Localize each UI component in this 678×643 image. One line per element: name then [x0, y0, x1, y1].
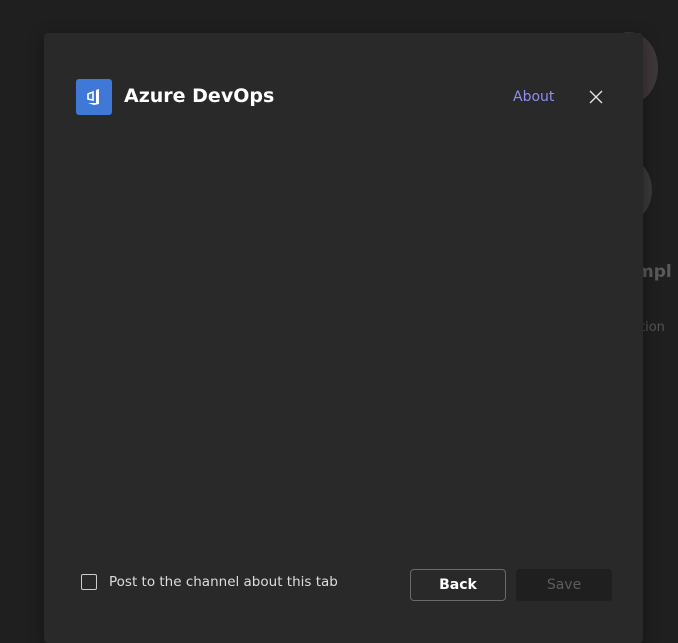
close-icon[interactable]	[587, 88, 605, 106]
azure-devops-logo-icon	[76, 79, 112, 115]
save-button: Save	[516, 569, 612, 601]
background-text: tion	[640, 320, 665, 335]
app-setup-dialog: Azure DevOps About Post to the channel a…	[44, 33, 643, 643]
post-to-channel-checkbox[interactable]	[81, 574, 97, 590]
about-link[interactable]: About	[513, 89, 554, 105]
post-to-channel-option[interactable]: Post to the channel about this tab	[81, 574, 338, 590]
checkbox-label: Post to the channel about this tab	[109, 574, 338, 590]
dialog-title: Azure DevOps	[124, 85, 275, 107]
back-button[interactable]: Back	[410, 569, 506, 601]
